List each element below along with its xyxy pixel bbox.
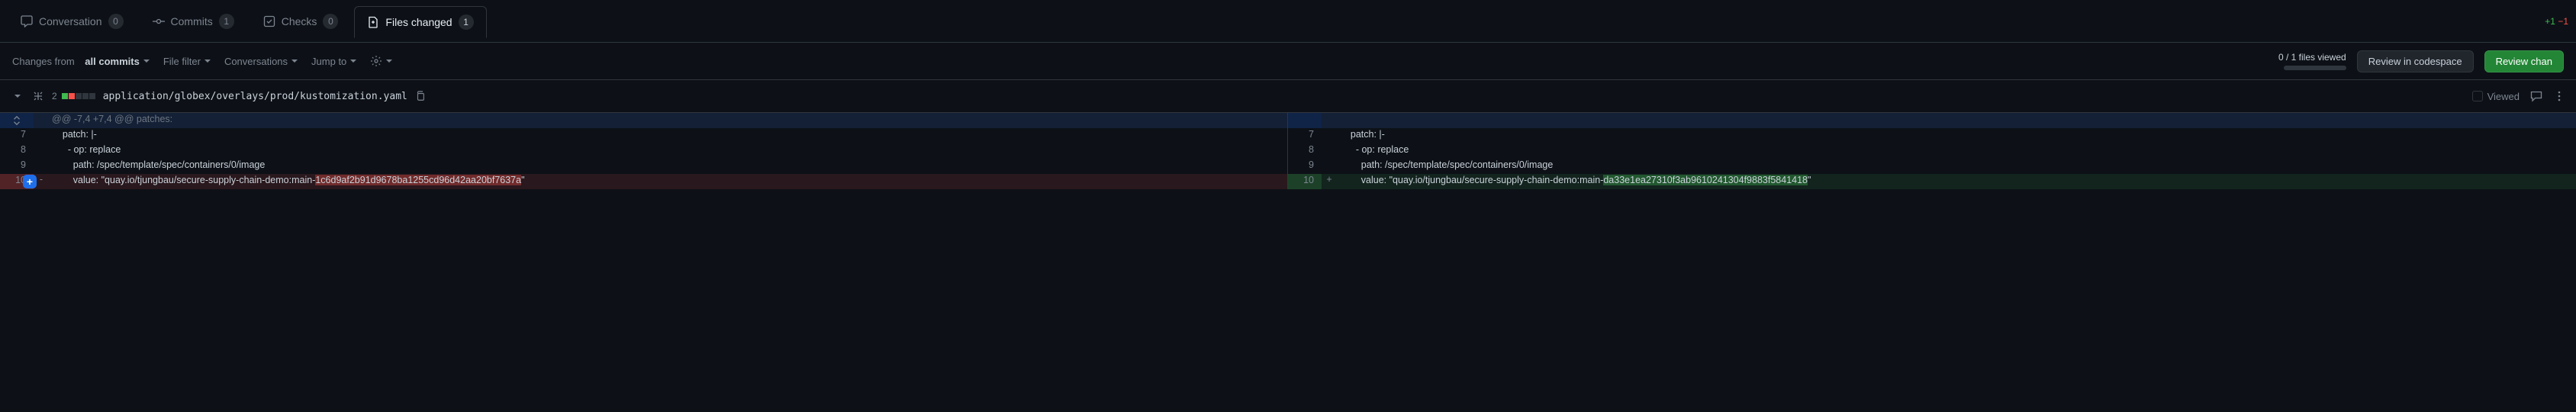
commit-icon <box>153 15 165 27</box>
comment-file-icon[interactable] <box>2530 90 2542 102</box>
chevron-down-icon <box>291 60 298 63</box>
diff-line-added[interactable]: 10+ value: "quay.io/tjungbau/secure-supp… <box>1288 174 2576 189</box>
file-filter-dropdown[interactable]: File filter <box>163 56 211 67</box>
add-comment-button[interactable]: + <box>23 175 37 188</box>
diffstat-squares <box>62 93 95 99</box>
chevron-down-icon <box>350 60 356 63</box>
expand-all-icon[interactable] <box>32 90 44 102</box>
diff-line[interactable]: 7 patch: |- <box>0 128 1288 143</box>
diff-line[interactable]: 8 - op: replace <box>0 143 1288 159</box>
diff-line-deleted[interactable]: 10 + - value: "quay.io/tjungbau/secure-s… <box>0 174 1288 189</box>
progress-bar <box>2284 66 2346 70</box>
tab-label: Files changed <box>385 16 452 28</box>
file-path[interactable]: application/globex/overlays/prod/kustomi… <box>103 91 407 102</box>
files-viewed-progress: 0 / 1 files viewed <box>2278 52 2346 70</box>
settings-dropdown[interactable] <box>370 55 392 67</box>
diff-line[interactable]: 9 path: /spec/template/spec/containers/0… <box>0 159 1288 174</box>
tab-label: Commits <box>171 15 213 27</box>
tab-counter: 0 <box>108 14 124 29</box>
chevron-down-icon <box>143 60 150 63</box>
kebab-icon[interactable] <box>2553 90 2565 102</box>
file-diff-icon <box>367 16 379 28</box>
tab-counter: 0 <box>323 14 338 29</box>
gear-icon <box>370 55 382 67</box>
review-changes-button[interactable]: Review chan <box>2484 50 2564 72</box>
collapse-file-toggle[interactable] <box>11 92 24 101</box>
tab-conversation[interactable]: Conversation 0 <box>8 5 137 37</box>
diff-side-new: 7 patch: |- 8 - op: replace 9 path: /spe… <box>1288 113 2576 189</box>
hunk-header: @@ -7,4 +7,4 @@ patches: <box>0 113 1288 128</box>
jump-to-dropdown[interactable]: Jump to <box>311 56 356 67</box>
viewed-checkbox[interactable]: Viewed <box>2472 91 2520 102</box>
tab-counter: 1 <box>219 14 234 29</box>
file-diffstat[interactable]: 2 <box>52 91 95 101</box>
tab-label: Checks <box>282 15 317 27</box>
file-header: 2 application/globex/overlays/prod/kusto… <box>0 79 2576 113</box>
conversations-dropdown[interactable]: Conversations <box>224 56 298 67</box>
tab-files-changed[interactable]: Files changed 1 <box>354 6 486 38</box>
diff-line[interactable]: 9 path: /spec/template/spec/containers/0… <box>1288 159 2576 174</box>
tab-commits[interactable]: Commits 1 <box>140 5 247 37</box>
diffstat-summary: +1 −1 <box>2545 16 2568 27</box>
diff-side-old: @@ -7,4 +7,4 @@ patches: 7 patch: |- 8 -… <box>0 113 1288 189</box>
copy-path-icon[interactable] <box>415 91 426 101</box>
expand-hunk-icon[interactable] <box>0 113 34 128</box>
pr-tabs: Conversation 0 Commits 1 Checks 0 Files … <box>0 0 2576 43</box>
chevron-down-icon <box>386 60 392 63</box>
hunk-header <box>1288 113 2576 128</box>
checks-icon <box>263 15 275 27</box>
review-in-codespace-button[interactable]: Review in codespace <box>2357 50 2474 72</box>
diff-view: @@ -7,4 +7,4 @@ patches: 7 patch: |- 8 -… <box>0 113 2576 189</box>
diff-line[interactable]: 8 - op: replace <box>1288 143 2576 159</box>
comment-icon <box>21 15 33 27</box>
diff-toolbar: Changes from all commits File filter Con… <box>0 43 2576 79</box>
tab-label: Conversation <box>39 15 102 27</box>
diff-line[interactable]: 7 patch: |- <box>1288 128 2576 143</box>
tab-checks[interactable]: Checks 0 <box>250 5 352 37</box>
chevron-down-icon <box>204 60 211 63</box>
tab-counter: 1 <box>459 14 474 30</box>
checkbox-icon <box>2472 91 2483 101</box>
changes-from-dropdown[interactable]: Changes from all commits <box>12 56 150 67</box>
